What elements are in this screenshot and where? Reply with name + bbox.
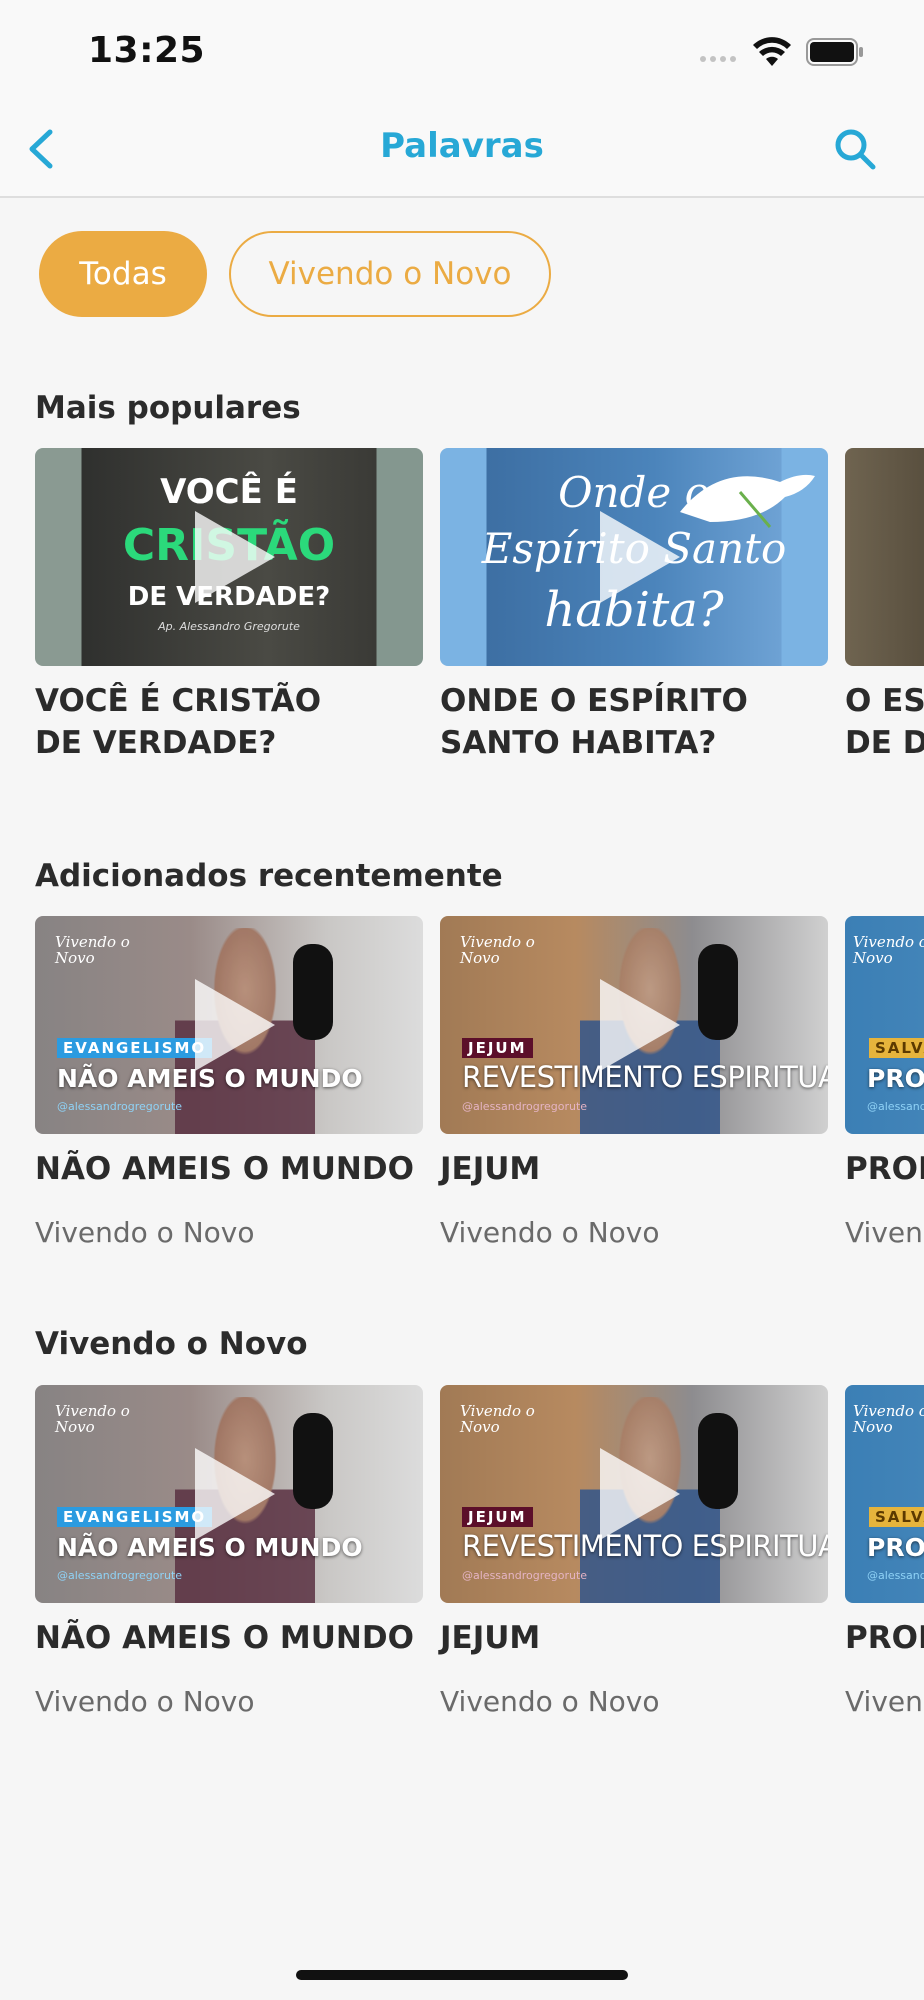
video-subtitle: Vivendo o Novo (35, 1685, 255, 1718)
video-title-line: SANTO HABITA? (440, 725, 717, 761)
microphone-icon (293, 1413, 333, 1509)
section-title-recent: Adicionados recentemente (35, 858, 503, 894)
thumbnail-headline: PRO (867, 1064, 924, 1093)
play-icon (600, 511, 680, 603)
video-title-line: DE D (845, 725, 924, 761)
category-tag: SALVA (869, 1038, 924, 1058)
battery-icon (806, 38, 863, 66)
social-handle: @alessandr (867, 1569, 924, 1582)
social-handle: @alessandrogregorute (57, 1100, 183, 1113)
play-icon (195, 979, 275, 1071)
social-handle: @alessandrogregorute (462, 1100, 588, 1113)
play-icon (195, 511, 275, 603)
video-title: VOCÊ É CRISTÃO DE VERDADE? (35, 680, 455, 764)
play-icon (600, 979, 680, 1071)
brand-logo: Vivendo o Novo (460, 1402, 535, 1436)
cellular-signal-icon (700, 56, 736, 62)
video-title: JEJUM (440, 1620, 541, 1656)
video-card[interactable]: Vivendo oNovo SALVA PRO @alessandr PROM … (845, 916, 924, 1256)
page-title: Palavras (380, 126, 544, 166)
video-card[interactable]: Vivendo oNovo SALVA PRO @alessandr PROM … (845, 1385, 924, 1725)
video-title: PROM (845, 1620, 924, 1656)
video-thumbnail[interactable]: Vivendo o Novo JEJUM REVESTIMENTO ESPIRIT… (440, 916, 828, 1134)
video-card[interactable]: Vivendo o Novo EVANGELISMO NÃO AMEIS O MU… (35, 1385, 423, 1725)
video-title: NÃO AMEIS O MUNDO (35, 1151, 414, 1187)
video-subtitle: Vivendo o Novo (440, 1216, 660, 1249)
video-thumbnail[interactable]: VOCÊ É CRISTÃO DE VERDADE? Ap. Alessandr… (35, 448, 423, 666)
thumbnail-text: VOCÊ É (160, 472, 298, 512)
video-card[interactable]: Vivendo o Novo JEJUM REVESTIMENTO ESPIRIT… (440, 1385, 828, 1725)
home-indicator[interactable] (296, 1970, 628, 1980)
video-card[interactable]: Vivendo o Novo EVANGELISMO NÃO AMEIS O MU… (35, 916, 423, 1256)
video-thumbnail[interactable]: Vivendo o Novo JEJUM REVESTIMENTO ESPIRIT… (440, 1385, 828, 1603)
status-bar: 13:25 (0, 0, 924, 100)
video-subtitle: Vivend (845, 1216, 924, 1249)
video-title-line: O ES (845, 683, 924, 719)
thumbnail-text: Onde o (558, 468, 710, 517)
thumbnail-headline: PRO (867, 1533, 924, 1562)
video-title: PROM (845, 1151, 924, 1187)
video-title-line: DE VERDADE? (35, 725, 277, 761)
filter-chip-vivendo-o-novo[interactable]: Vivendo o Novo (229, 231, 551, 317)
status-time: 13:25 (88, 30, 206, 71)
video-title: JEJUM (440, 1151, 541, 1187)
video-thumbnail[interactable]: Vivendo o Novo EVANGELISMO NÃO AMEIS O MU… (35, 1385, 423, 1603)
video-card[interactable]: Vivendo o Novo JEJUM REVESTIMENTO ESPIRIT… (440, 916, 828, 1256)
video-title: NÃO AMEIS O MUNDO (35, 1620, 414, 1656)
category-tag: EVANGELISMO (57, 1038, 213, 1058)
brand-logo: Vivendo o Novo (460, 933, 535, 967)
video-thumbnail[interactable]: Vivendo oNovo SALVA PRO @alessandr (845, 916, 924, 1134)
video-card[interactable]: O ES DE D (845, 448, 924, 768)
microphone-icon (698, 944, 738, 1040)
social-handle: @alessandrogregorute (462, 1569, 588, 1582)
microphone-icon (698, 1413, 738, 1509)
wifi-icon (753, 37, 791, 66)
brand-logo: Vivendo o Novo (853, 1402, 924, 1436)
microphone-icon (293, 944, 333, 1040)
category-tag: JEJUM (462, 1507, 533, 1527)
category-tag: EVANGELISMO (57, 1507, 213, 1527)
video-title-line: VOCÊ É CRISTÃO (35, 683, 322, 719)
social-handle: @alessandr (867, 1100, 924, 1113)
category-tag: JEJUM (462, 1038, 533, 1058)
brand-logo: Vivendo o Novo (55, 933, 130, 967)
video-subtitle: Vivendo o Novo (440, 1685, 660, 1718)
filter-chip-todas[interactable]: Todas (39, 231, 207, 317)
video-thumbnail[interactable] (845, 448, 924, 666)
search-icon[interactable] (832, 126, 878, 172)
play-icon (600, 1448, 680, 1540)
play-icon (195, 1448, 275, 1540)
video-title: ONDE O ESPÍRITO SANTO HABITA? (440, 680, 860, 764)
video-thumbnail[interactable]: Vivendo oNovo SALVA PRO @alessandr (845, 1385, 924, 1603)
video-title-line: ONDE O ESPÍRITO (440, 683, 748, 719)
video-title: O ES DE D (845, 680, 924, 764)
video-subtitle: Vivendo o Novo (35, 1216, 255, 1249)
thumbnail-text: Ap. Alessandro Gregorute (158, 620, 300, 633)
brand-logo: Vivendo o Novo (55, 1402, 130, 1436)
section-title-popular: Mais populares (35, 390, 301, 426)
brand-logo: Vivendo o Novo (853, 933, 924, 967)
video-thumbnail[interactable]: Vivendo o Novo EVANGELISMO NÃO AMEIS O MU… (35, 916, 423, 1134)
video-subtitle: Vivend (845, 1685, 924, 1718)
social-handle: @alessandrogregorute (57, 1569, 183, 1582)
section-title-vivendo: Vivendo o Novo (35, 1326, 308, 1362)
navigation-bar: Palavras (0, 100, 924, 198)
video-thumbnail[interactable]: Onde o Espírito Santo habita? (440, 448, 828, 666)
category-tag: SALVA (869, 1507, 924, 1527)
